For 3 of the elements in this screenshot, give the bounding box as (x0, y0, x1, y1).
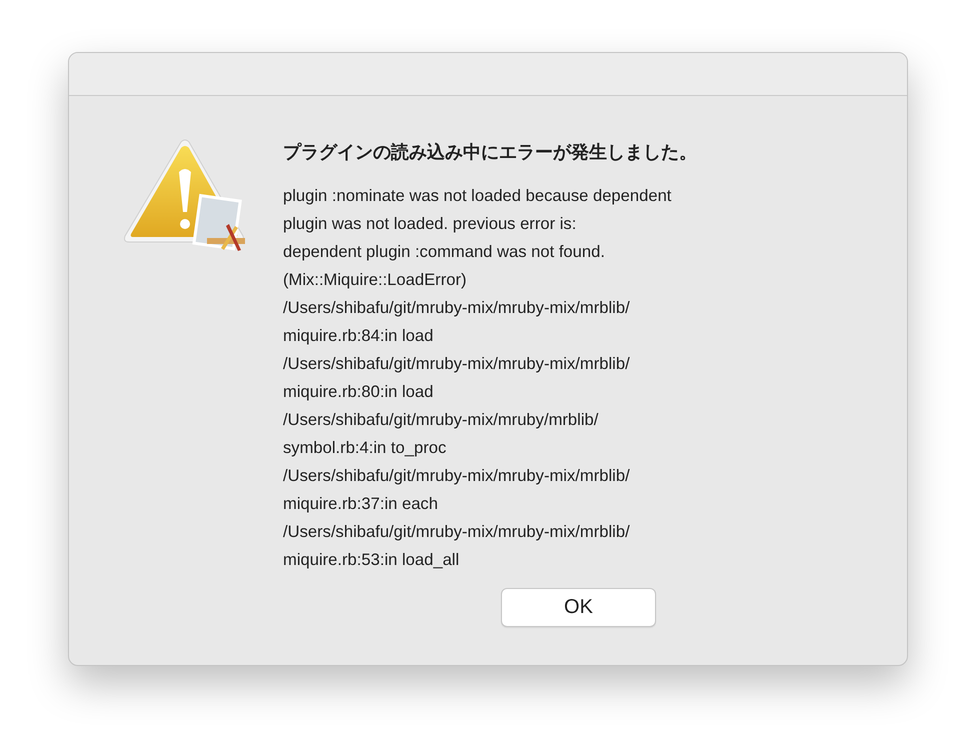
ok-button[interactable]: OK (501, 588, 656, 627)
error-message: plugin :nominate was not loaded because dependent plugin was not loaded. previous error is: dependent plugin :command was not found. (Mix::Miquire::LoadError) /Users/shibafu/git/mruby-mix/mruby-mix/mrblib/ miquire.rb:84:in load /Users/shibafu/git/mruby-mix/mruby-mix/mrblib/ miquire.rb:80:in load /Users/shibafu/git/mruby-mix/mruby/mrblib/ symbol.rb:4:in to_proc /Users/shibafu/git/mruby-mix/mruby-mix/mrblib/ miquire.rb:37:in each /Users/shibafu/git/mruby-mix/mruby-mix/mrblib/ miquire.rb:53:in load_all (283, 185, 672, 571)
dialog-title: プラグインの読み込み中にエラーが発生しました。 (283, 141, 697, 164)
